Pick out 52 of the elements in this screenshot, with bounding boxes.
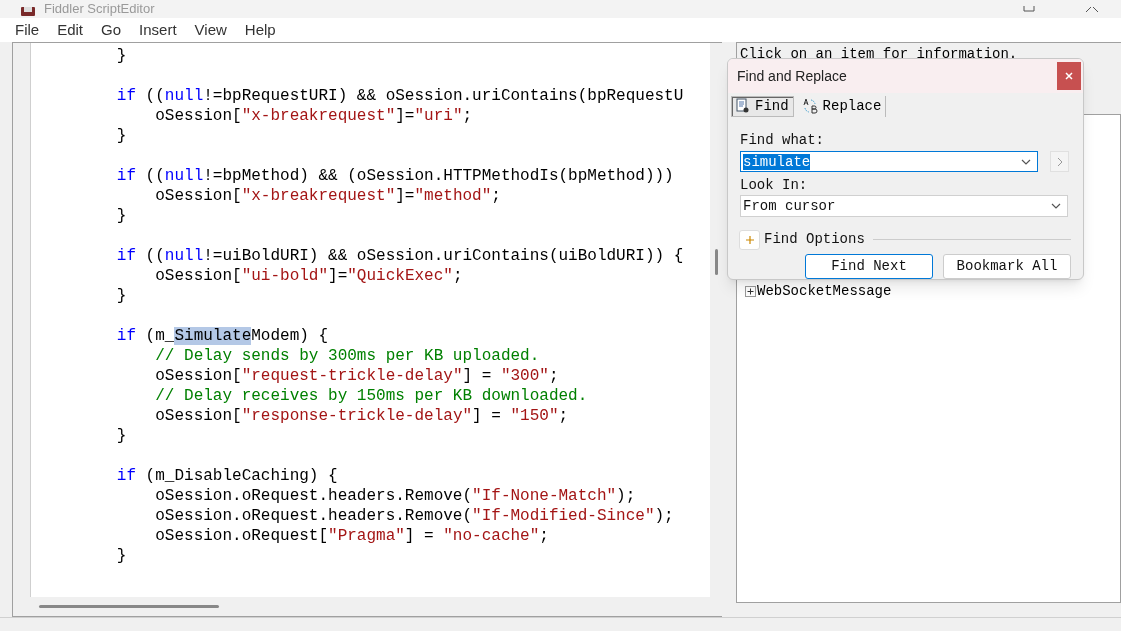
dialog-title: Find and Replace [737,66,847,86]
chevron-right-icon [1056,156,1063,167]
menu-item[interactable]: Insert [132,18,184,42]
code-line: } [115,206,127,226]
find-what-combobox[interactable]: simulate [740,151,1038,172]
menu-item[interactable]: View [187,18,234,42]
close-button[interactable] [1057,62,1081,90]
code-line: oSession["request-trickle-delay"] = "300"; [154,366,559,386]
tree-item[interactable]: WebSocketMessage [745,281,1120,302]
find-options-toggle[interactable] [739,229,760,250]
field-label: Find what: [740,131,825,149]
code-line: oSession.oRequest.headers.Remove("If-Modified-Since"); [154,506,674,526]
dialog-button[interactable]: Bookmark All [943,254,1071,279]
maximize-icon[interactable] [1023,6,1035,12]
dialog-tab[interactable]: Replace [797,95,887,117]
code-line: oSession.oRequest.headers.Remove("If-None-Match"); [154,486,636,506]
code-line: if ((null!=bpRequestURI) && oSession.uriContains(bpRequestU [115,86,684,106]
menu-item[interactable]: Edit [50,18,91,42]
field-label: Look In: [740,176,809,194]
code-line: } [115,546,127,566]
expand-icon[interactable] [745,286,756,297]
menu-item[interactable]: Help [237,18,283,42]
code-line: oSession["ui-bold"]="QuickExec"; [154,266,463,286]
code-line: } [115,426,127,446]
code-line: oSession["response-trickle-delay"] = "150"; [154,406,569,426]
code-line: if ((null!=uiBoldURI) && oSession.uriContains(uiBoldURI)) { [115,246,684,266]
code-line: oSession["x-breakrequest"]="method"; [154,186,501,206]
chevron-down-icon [1021,158,1031,165]
document-search-icon [736,98,750,114]
horizontal-scrollbar[interactable] [12,597,722,617]
code-line: oSession["x-breakrequest"]="uri"; [154,106,473,126]
app-icon [20,7,36,17]
code-line: if (m_DisableCaching) { [115,466,338,486]
code-line: } [115,286,127,306]
look-in-combobox[interactable]: From cursor [740,195,1068,217]
code-line: if (m_SimulateModem) { [115,326,329,346]
code-line: if ((null!=bpMethod) && (oSession.HTTPMethodIs(bpMethod))) [115,166,674,186]
plus-icon [745,235,754,244]
dialog-tab[interactable]: Find [731,95,794,117]
code-line: // Delay sends by 300ms per KB uploaded. [154,346,540,366]
find-options-label: Find Options [764,230,865,249]
dialog-button[interactable]: Find Next [805,254,933,279]
replace-icon [801,98,818,114]
menu-item[interactable]: Go [94,18,129,42]
code-editor[interactable] [31,43,710,597]
chevron-down-icon [1051,203,1061,209]
code-line: oSession.oRequest["Pragma"] = "no-cache"; [154,526,549,546]
code-line: } [115,126,127,146]
code-line: // Delay receives by 150ms per KB downloaded. [154,386,588,406]
window-title: Fiddler ScriptEditor [44,1,155,17]
code-line: } [115,46,127,66]
menu-item[interactable]: File [8,18,47,42]
